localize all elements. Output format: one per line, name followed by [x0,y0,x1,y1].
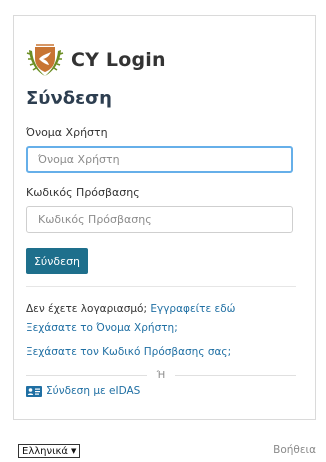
help-link[interactable]: Βοήθεια [273,444,316,456]
footer: Ελληνικά ▼ Βοήθεια [0,424,326,462]
language-value: Ελληνικά [22,445,68,457]
register-link[interactable]: Εγγραφείτε εδώ [150,303,235,315]
login-page: CY Login Σύνδεση Όνομα Χρήστη Κωδικός Πρ… [0,0,326,462]
login-button[interactable]: Σύνδεση [26,248,88,274]
forgot-username-link[interactable]: Ξεχάσατε το Όνομα Χρήστη; [26,322,178,334]
id-card-icon [26,385,42,397]
page-title: Σύνδεση [26,88,112,109]
or-rule-right [175,374,296,376]
no-account-text: Δεν έχετε λογαριασμό; [26,303,148,315]
forgot-password-link[interactable]: Ξεχάσατε τον Κωδικό Πρόσβασης σας; [26,346,231,358]
password-label: Κωδικός Πρόσβασης [26,186,140,199]
register-row: Δεν έχετε λογαριασμό; Εγγραφείτε εδώ [26,303,235,315]
or-divider: Ή [26,368,296,382]
eidas-login-link[interactable]: Σύνδεση με eIDAS [46,385,140,397]
or-text: Ή [156,369,166,381]
password-input[interactable] [26,206,293,233]
cyprus-coat-of-arms-icon [26,44,64,76]
username-input[interactable] [26,146,293,173]
brand-name: CY Login [71,49,166,71]
or-rule-left [26,374,147,376]
eidas-login-row[interactable]: Σύνδεση με eIDAS [26,385,140,397]
section-divider [26,286,296,287]
caret-down-icon: ▼ [70,447,77,455]
username-label: Όνομα Χρήστη [26,126,108,139]
brand-header: CY Login [25,40,166,80]
language-select[interactable]: Ελληνικά ▼ [18,444,81,458]
